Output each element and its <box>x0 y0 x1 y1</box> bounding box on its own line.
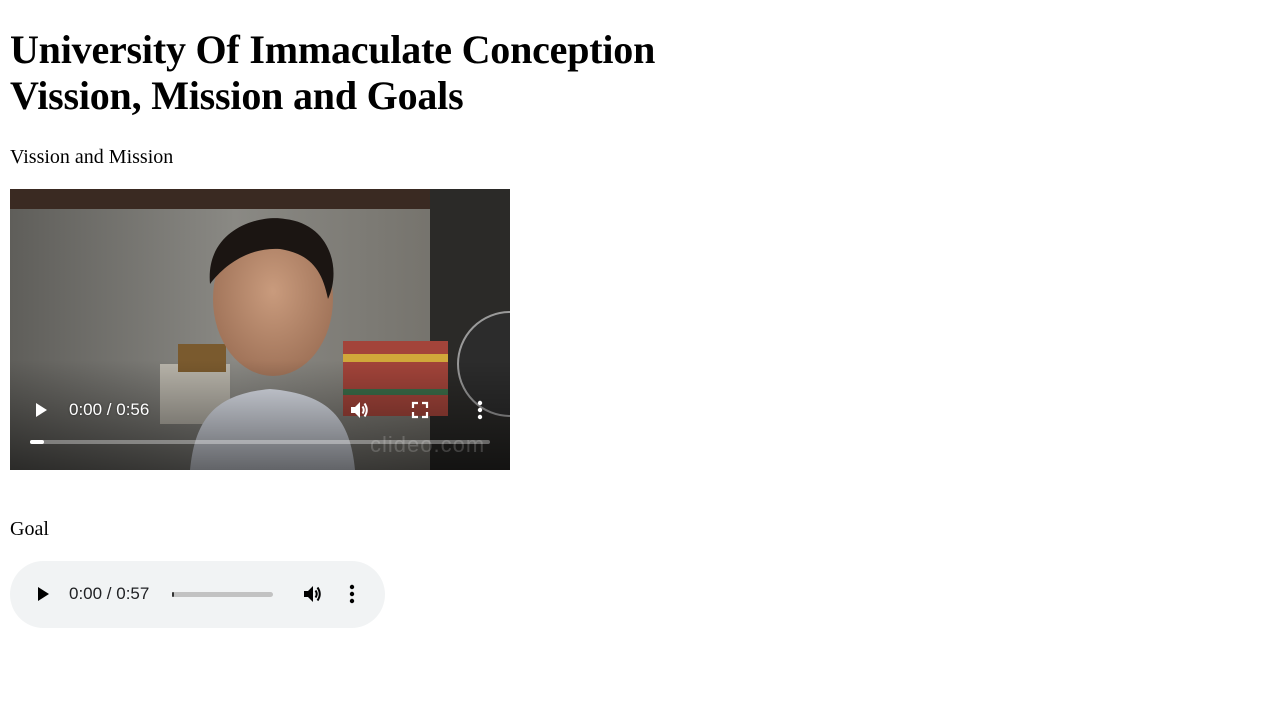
video-watermark: clideo.com <box>370 432 486 457</box>
goal-label: Goal <box>10 518 49 540</box>
audio-time-display: 0:00 / 0:57 <box>69 584 150 603</box>
video-time-display: 0:00 / 0:56 <box>69 400 150 419</box>
video-progress-bar[interactable] <box>30 440 490 444</box>
play-icon[interactable] <box>34 585 52 603</box>
more-options-icon[interactable] <box>342 583 362 605</box>
video-player[interactable]: clideo.com 0:00 / 0:56 <box>10 189 510 470</box>
audio-player[interactable]: 0:00 / 0:57 <box>10 561 385 628</box>
audio-progress-fill <box>172 592 175 597</box>
video-progress-fill <box>30 440 44 444</box>
video-controls: 0:00 / 0:56 <box>10 395 510 425</box>
page-title: University Of Immaculate Conception Viss… <box>10 27 1270 119</box>
page-title-line-2: Vission, Mission and Goals <box>10 73 464 118</box>
more-options-icon[interactable] <box>470 399 490 421</box>
volume-icon[interactable] <box>348 399 370 421</box>
page-title-line-1: University Of Immaculate Conception <box>10 27 656 72</box>
play-icon[interactable] <box>32 401 50 419</box>
audio-progress-bar[interactable] <box>172 592 273 597</box>
fullscreen-icon[interactable] <box>410 400 430 420</box>
volume-icon[interactable] <box>301 583 323 605</box>
vission-mission-label: Vission and Mission <box>10 146 174 168</box>
page-content: University Of Immaculate Conception Viss… <box>10 0 1270 628</box>
